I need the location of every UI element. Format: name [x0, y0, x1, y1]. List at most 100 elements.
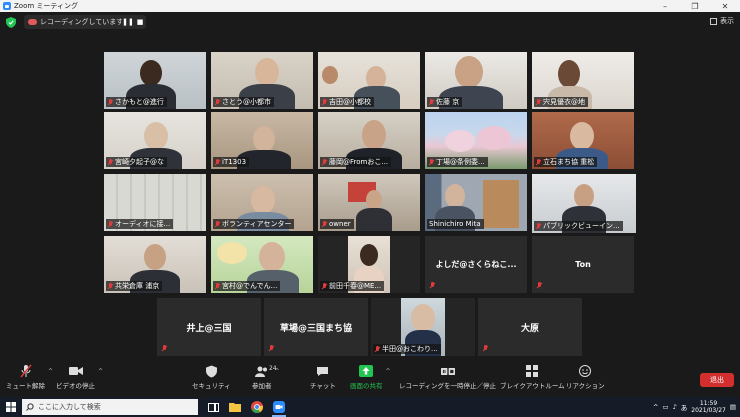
participant-tile-video-off[interactable]: Ton: [532, 236, 634, 293]
participant-tile[interactable]: 宮村@でんでん...: [211, 236, 313, 293]
muted-mic-icon: [375, 345, 380, 353]
chevron-up-icon[interactable]: ^: [653, 403, 658, 411]
pause-stop-icon: [440, 364, 455, 378]
recording-indicator: レコーディングしています... ❚❚ ■: [24, 15, 146, 29]
recording-label: レコーディングしています...: [40, 18, 122, 26]
chrome-icon[interactable]: [246, 397, 268, 417]
participant-name-label: 藤岡@Fromおこ...: [320, 157, 392, 167]
mute-button[interactable]: ミュート解除 ^: [6, 364, 53, 390]
participant-name-center: Ton: [575, 260, 591, 269]
search-placeholder: ここに入力して検索: [38, 403, 101, 411]
chevron-up-icon[interactable]: ^: [98, 368, 103, 375]
participant-name-label: オーディオに接...: [106, 219, 174, 229]
chevron-up-icon[interactable]: ^: [274, 368, 279, 375]
muted-mic-icon: [162, 345, 168, 353]
windows-start-icon[interactable]: [0, 397, 22, 417]
cloud-recording-icon: [28, 19, 37, 25]
search-icon: [26, 403, 34, 411]
windows-taskbar: ここに入力して検索 ^ ▭ ♪ あ 11:59 2021/03/27 ▤: [0, 397, 740, 417]
notification-icon[interactable]: ▤: [730, 403, 736, 411]
pause-recording-icon[interactable]: ❚❚: [122, 18, 134, 26]
share-screen-button[interactable]: 画面の共有 ^: [350, 364, 391, 390]
participant-tile-active-speaker[interactable]: パブリックビューイン...: [532, 174, 636, 233]
shield-icon: [204, 364, 218, 378]
recording-pause-stop-button[interactable]: レコーディングを一時停止／停止: [399, 364, 496, 390]
muted-mic-icon: [536, 98, 541, 106]
chat-icon: [316, 364, 330, 378]
window-title: Zoom ミーティング: [14, 2, 78, 10]
muted-mic-icon: [322, 158, 327, 166]
muted-mic-icon: [215, 158, 220, 166]
reactions-button[interactable]: リアクション: [566, 364, 605, 390]
participant-tile[interactable]: 半田@おこわり...: [371, 298, 475, 356]
participant-tile[interactable]: 丁場@条例委...: [425, 112, 527, 169]
maximize-button[interactable]: ❐: [680, 0, 710, 12]
participant-name-label: 前田千春@ME...: [320, 281, 385, 291]
participant-name-label: さとう@小都市: [213, 97, 274, 107]
grid-view-icon: [710, 17, 717, 25]
network-icon[interactable]: ▭: [662, 403, 668, 411]
participant-name-label: 共栄倉庫 浦京: [106, 281, 163, 291]
leave-button[interactable]: 退出: [700, 373, 734, 387]
security-shield-icon[interactable]: [6, 17, 16, 28]
muted-mic-icon: [322, 282, 327, 290]
participant-tile[interactable]: 宮崎夕起子@な: [104, 112, 206, 169]
breakout-rooms-button[interactable]: ブレイクアウトルーム: [500, 364, 565, 390]
participant-tile[interactable]: owner: [318, 174, 420, 231]
muted-mic-icon: [215, 220, 220, 228]
participant-name-label: 丁場@条例委...: [427, 157, 488, 167]
participant-tile[interactable]: Shinichiro Mita: [425, 174, 527, 231]
minimize-button[interactable]: –: [650, 0, 680, 12]
participant-tile-video-off[interactable]: 井上@三国: [157, 298, 261, 356]
participants-icon: 24: [254, 364, 277, 378]
share-screen-icon: [359, 364, 374, 378]
participant-name-center: 大原: [520, 323, 539, 334]
participant-tile[interactable]: 前田千春@ME...: [318, 236, 420, 293]
participant-tile[interactable]: 藤岡@Fromおこ...: [318, 112, 420, 169]
muted-mic-icon: [108, 282, 113, 290]
zoom-app-icon[interactable]: [268, 397, 290, 417]
view-label: 表示: [720, 17, 734, 25]
window-titlebar: Zoom ミーティング – ❐ ✕: [0, 0, 740, 12]
muted-mic-icon: [215, 98, 220, 106]
participant-name-label: 佐藤 京: [427, 97, 463, 107]
clock[interactable]: 11:59 2021/03/27: [691, 400, 726, 414]
participant-tile[interactable]: さかもと@進行: [104, 52, 206, 109]
muted-mic-icon: [430, 282, 436, 290]
chevron-up-icon[interactable]: ^: [48, 368, 53, 375]
participant-tile[interactable]: iT1303: [211, 112, 313, 169]
clock-date: 2021/03/27: [691, 407, 726, 414]
volume-icon[interactable]: ♪: [673, 403, 677, 411]
stop-video-button[interactable]: ビデオの停止 ^: [56, 364, 103, 390]
chevron-up-icon[interactable]: ^: [385, 368, 390, 375]
muted-mic-icon: [108, 158, 113, 166]
taskbar-search-input[interactable]: ここに入力して検索: [22, 399, 198, 415]
chat-button[interactable]: チャット: [310, 364, 336, 390]
clock-time: 11:59: [699, 400, 718, 407]
participant-tile-video-off[interactable]: よしだ@さくらねこ...: [425, 236, 527, 293]
task-view-icon[interactable]: [202, 397, 224, 417]
muted-mic-icon: [536, 222, 541, 230]
stop-recording-icon[interactable]: ■: [134, 18, 146, 26]
security-button[interactable]: セキュリティ: [192, 364, 231, 390]
participant-tile[interactable]: 共栄倉庫 浦京: [104, 236, 206, 293]
participant-name-label: Shinichiro Mita: [427, 219, 484, 229]
participant-tile-video-off[interactable]: 大原: [478, 298, 582, 356]
participant-tile[interactable]: 立石まち協 重松: [532, 112, 634, 169]
close-button[interactable]: ✕: [710, 0, 740, 12]
system-tray: ^ ▭ ♪ あ 11:59 2021/03/27 ▤: [653, 397, 740, 417]
participant-tile[interactable]: 宍見優衣@地: [532, 52, 634, 109]
view-button[interactable]: 表示: [710, 16, 734, 26]
participants-button[interactable]: 24 参加者 ^: [252, 364, 280, 391]
participant-tile[interactable]: オーディオに接...: [104, 174, 206, 231]
participant-tile-video-off[interactable]: 草場@三国まち協: [264, 298, 368, 356]
participant-tile[interactable]: 佐藤 京: [425, 52, 527, 109]
participant-tile[interactable]: ボランティアセンター: [211, 174, 313, 231]
participant-tile[interactable]: さとう@小都市: [211, 52, 313, 109]
file-explorer-icon[interactable]: [224, 397, 246, 417]
participant-name-label: 吉田@小都校: [320, 97, 374, 107]
ime-indicator[interactable]: あ: [681, 402, 688, 412]
muted-mic-icon: [108, 220, 113, 228]
participant-name-label: パブリックビューイン...: [534, 221, 623, 231]
participant-tile[interactable]: 吉田@小都校: [318, 52, 420, 109]
